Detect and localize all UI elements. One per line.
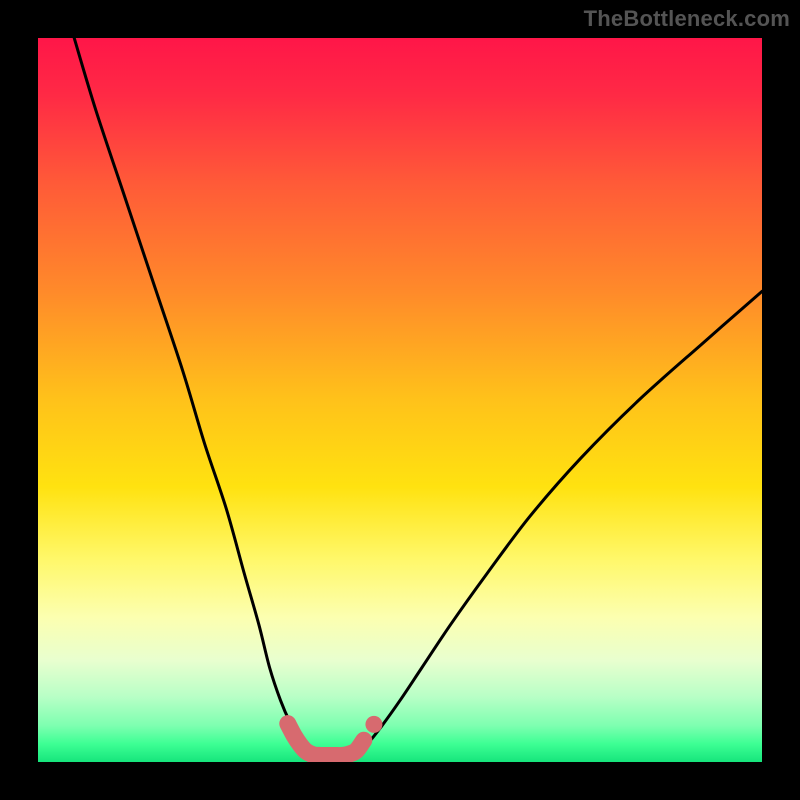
chart-frame: TheBottleneck.com: [0, 0, 800, 800]
left-curve: [74, 38, 311, 753]
watermark-text: TheBottleneck.com: [584, 6, 790, 32]
curves-layer: [38, 38, 762, 762]
right-curve: [357, 291, 762, 753]
plot-area: [38, 38, 762, 762]
valley-markers: [288, 716, 383, 756]
